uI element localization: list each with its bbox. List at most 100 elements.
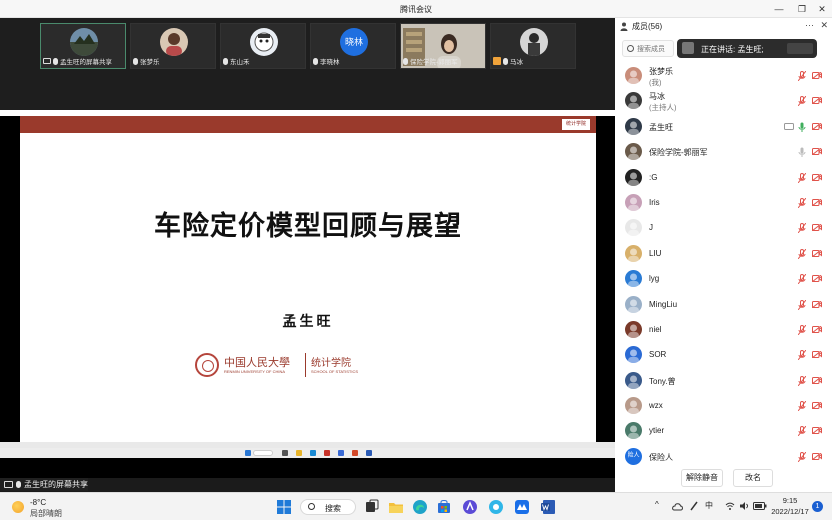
member-row[interactable]: Iris (615, 190, 832, 215)
avatar-text: 晓林 (340, 28, 368, 56)
member-row[interactable]: LIU (615, 241, 832, 266)
mic-muted-icon[interactable] (798, 71, 806, 81)
system-clock[interactable]: 9:15 2022/12/17 (770, 496, 810, 516)
slide-title: 车险定价模型回顾与展望 (154, 211, 462, 241)
tencent-meeting-icon[interactable] (514, 499, 530, 515)
camera-off-icon[interactable] (812, 97, 822, 105)
camera-off-icon[interactable] (812, 300, 822, 308)
mic-muted-icon[interactable] (798, 197, 806, 208)
camera-off-icon[interactable] (812, 249, 822, 257)
sharer-label: 孟生旺的屏幕共享 (0, 478, 88, 491)
shared-search-box (253, 450, 273, 456)
camera-off-icon[interactable] (812, 402, 822, 410)
mic-muted-icon[interactable] (798, 324, 806, 335)
member-avatar (625, 320, 642, 338)
member-row[interactable]: Tony.曾 (615, 368, 832, 393)
mic-muted-icon[interactable] (798, 96, 806, 107)
video-tile[interactable]: 张梦乐 (130, 23, 216, 69)
mic-muted-icon[interactable] (798, 248, 806, 259)
member-search-input[interactable] (637, 43, 673, 55)
camera-off-icon[interactable] (812, 427, 822, 435)
edge-browser-icon[interactable] (412, 499, 428, 515)
weather-sun-icon (12, 501, 24, 513)
camera-off-icon[interactable] (812, 376, 822, 384)
member-name: Tony.曾 (649, 376, 676, 386)
clock-date: 2022/12/17 (771, 507, 809, 516)
member-row[interactable]: 孟生旺 (615, 114, 832, 139)
member-row[interactable]: 张梦乐 (我) (615, 63, 832, 88)
member-row[interactable]: lyg (615, 266, 832, 291)
shared-taskbar (0, 448, 615, 458)
mic-muted-icon[interactable] (798, 401, 806, 412)
pen-icon[interactable] (689, 500, 699, 512)
mic-muted-icon[interactable] (798, 426, 806, 437)
app-icon[interactable] (462, 499, 478, 515)
camera-off-icon[interactable] (812, 452, 822, 460)
member-avatar (625, 168, 642, 186)
mic-muted-icon[interactable] (798, 451, 806, 462)
volume-icon[interactable] (739, 501, 750, 511)
taskbar-search[interactable]: 搜索 (300, 499, 356, 515)
more-options-button[interactable]: ··· (805, 20, 814, 30)
close-button[interactable]: ✕ (815, 2, 829, 16)
video-tile[interactable]: 东山禾 (220, 23, 306, 69)
mic-on-icon[interactable] (798, 122, 806, 132)
camera-off-icon[interactable] (812, 173, 822, 181)
member-row[interactable]: niel (615, 317, 832, 342)
member-row[interactable]: J (615, 215, 832, 240)
member-row[interactable]: 马冰 (主持人) (615, 88, 832, 113)
camera-off-icon[interactable] (812, 198, 822, 206)
app-icon[interactable] (488, 499, 504, 515)
mic-icon[interactable] (798, 147, 806, 158)
camera-off-icon[interactable] (812, 275, 822, 283)
video-tile[interactable]: 马冰 (490, 23, 576, 69)
rename-button[interactable]: 改名 (733, 469, 773, 487)
member-role: (主持人) (649, 103, 677, 113)
mic-muted-icon[interactable] (798, 299, 806, 310)
mic-icon (133, 57, 138, 65)
mic-muted-icon[interactable] (798, 350, 806, 361)
member-row[interactable]: ytier (615, 418, 832, 443)
task-view-icon[interactable] (364, 499, 380, 515)
speaking-text: 正在讲话: 孟生旺; (701, 45, 764, 54)
store-icon[interactable] (436, 499, 452, 515)
member-row[interactable]: MingLiu (615, 292, 832, 317)
member-row[interactable]: 保险学院-郭丽军 (615, 139, 832, 164)
video-tile-camera[interactable]: 保险学院-郭丽军 (400, 23, 486, 69)
camera-off-icon[interactable] (812, 351, 822, 359)
ime-indicator[interactable]: 中 (705, 500, 713, 511)
video-tile[interactable]: 晓林 李晓林 (310, 23, 396, 69)
panel-close-button[interactable]: ✕ (820, 20, 828, 31)
member-row[interactable]: SOR (615, 342, 832, 367)
shared-screen[interactable]: 统计学院 车险定价模型回顾与展望 孟生旺 中国人民大學 RENMIN UNIVE… (0, 110, 615, 478)
mic-muted-icon[interactable] (798, 172, 806, 183)
member-row[interactable]: wzx (615, 393, 832, 418)
minimize-button[interactable]: — (772, 2, 786, 16)
file-explorer-icon[interactable] (388, 499, 404, 515)
unmute-all-button[interactable]: 解除静音 (681, 469, 723, 487)
camera-off-icon[interactable] (812, 325, 822, 333)
camera-off-icon[interactable] (812, 148, 822, 156)
maximize-button[interactable]: ❐ (795, 2, 809, 16)
mic-muted-icon[interactable] (798, 223, 806, 234)
video-tile-screen-share[interactable]: 孟生旺的屏幕共享 (40, 23, 126, 69)
camera-off-icon[interactable] (812, 72, 822, 79)
chevron-up-icon[interactable]: ^ (655, 500, 659, 509)
wifi-icon[interactable] (725, 501, 735, 511)
camera-off-icon[interactable] (812, 122, 822, 130)
camera-off-icon[interactable] (812, 224, 822, 232)
member-name: lyg (649, 274, 660, 284)
battery-icon[interactable] (753, 501, 767, 511)
member-search[interactable] (622, 40, 674, 57)
word-icon[interactable] (540, 499, 556, 515)
speaking-indicator: 正在讲话: 孟生旺; (677, 39, 817, 58)
windows-start-icon[interactable] (276, 499, 292, 515)
avatar (250, 28, 278, 56)
edge-icon (310, 450, 316, 456)
mic-muted-icon[interactable] (798, 274, 806, 285)
member-row[interactable]: :G (615, 165, 832, 190)
cloud-icon[interactable] (671, 501, 683, 511)
notification-badge[interactable]: 1 (812, 501, 823, 512)
mic-muted-icon[interactable] (798, 375, 806, 386)
members-panel-header: 成员(56) ··· ✕ (615, 18, 832, 36)
